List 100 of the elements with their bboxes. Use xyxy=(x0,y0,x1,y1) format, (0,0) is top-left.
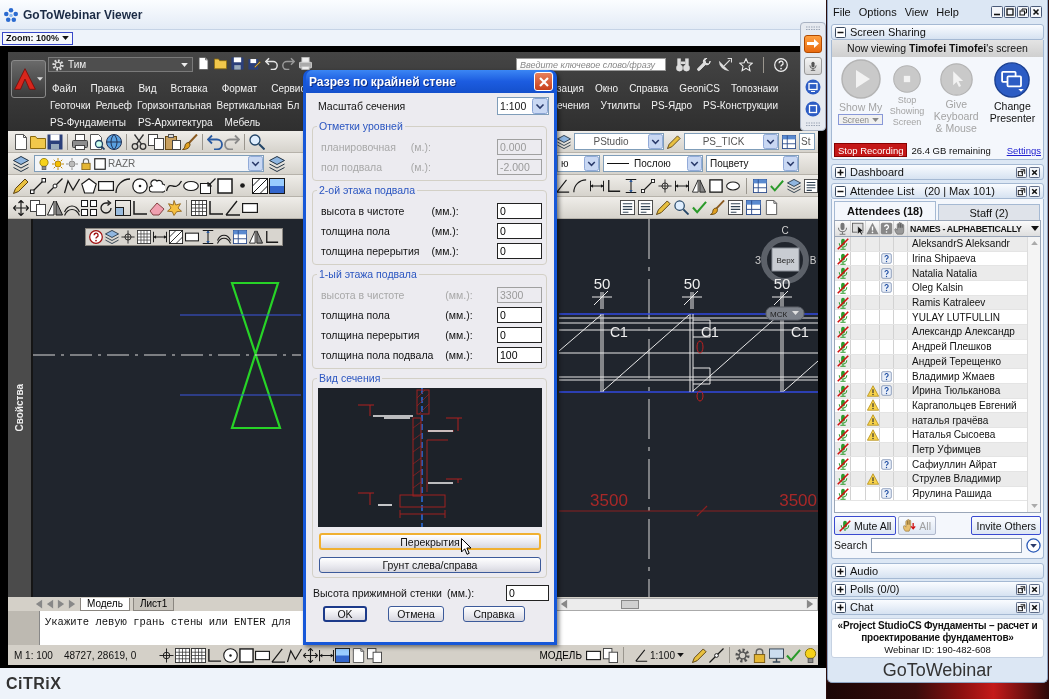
muted-microphone-icon[interactable] xyxy=(836,458,849,471)
curved-arrow-icon[interactable] xyxy=(265,57,278,70)
faded-sun-icon[interactable] xyxy=(66,157,78,170)
ellipse-icon[interactable] xyxy=(726,178,740,193)
window-button[interactable] xyxy=(804,100,822,119)
zoom-dropdown[interactable]: Zoom: 100% xyxy=(2,31,73,45)
attendee-row[interactable]: Natalia Natalia xyxy=(835,266,1027,282)
dimension-line-icon[interactable] xyxy=(590,178,604,193)
angle-icon[interactable] xyxy=(225,199,241,216)
attendee-row[interactable]: Струлев Владимир xyxy=(835,472,1027,487)
rotate-arrow-icon[interactable] xyxy=(98,199,114,216)
text-lines-icon[interactable] xyxy=(804,178,818,193)
triangle-arrow-icon[interactable] xyxy=(805,599,815,609)
pop-out-icon[interactable] xyxy=(1016,583,1027,595)
page-icon[interactable] xyxy=(13,133,29,150)
close-icon[interactable] xyxy=(1029,583,1040,595)
plus-icon[interactable] xyxy=(835,583,846,595)
stop-recording-button[interactable]: Stop Recording xyxy=(834,143,908,157)
dimension-line-icon[interactable] xyxy=(153,230,167,244)
stacked-sheets-icon[interactable] xyxy=(13,155,29,172)
cloud-icon[interactable] xyxy=(149,177,165,194)
burst-icon[interactable] xyxy=(166,199,182,216)
restore-icon[interactable] xyxy=(1017,6,1029,18)
circle-icon[interactable] xyxy=(132,177,148,194)
crosshair-icon[interactable] xyxy=(121,230,135,244)
square-icon[interactable] xyxy=(239,647,255,663)
two-pages-icon[interactable] xyxy=(602,647,618,663)
grab-tab-button[interactable] xyxy=(804,34,822,53)
monitor-icon[interactable] xyxy=(769,647,784,663)
four-way-arrow-icon[interactable] xyxy=(303,647,319,663)
muted-microphone-icon[interactable] xyxy=(836,355,849,368)
ucs-menu-button[interactable]: МСК xyxy=(765,306,805,321)
arc-icon[interactable] xyxy=(115,177,131,194)
dialog-button[interactable]: Отмена xyxy=(388,606,444,622)
crosshair-icon[interactable] xyxy=(658,178,672,193)
scale-dropdown[interactable]: 1:100 xyxy=(497,97,549,115)
two-pages-icon[interactable] xyxy=(30,199,46,216)
menu-item[interactable]: PS-Конструкции xyxy=(703,100,778,111)
line-icon[interactable] xyxy=(30,177,46,194)
attendee-action-button[interactable]: Invite Others xyxy=(971,516,1041,535)
dot-icon[interactable] xyxy=(240,183,245,188)
muted-microphone-icon[interactable] xyxy=(836,311,849,324)
plus-icon[interactable] xyxy=(835,601,846,613)
menu-item[interactable]: Вертикальная xyxy=(216,100,282,111)
menu-item[interactable]: Формат xyxy=(221,83,258,94)
lightbulb-icon[interactable] xyxy=(38,157,50,170)
shaded-square-icon[interactable] xyxy=(335,647,351,663)
menu-item[interactable]: зация xyxy=(557,83,584,94)
paintbrush-icon[interactable] xyxy=(182,133,198,150)
printer-icon[interactable] xyxy=(299,57,312,70)
input-field[interactable]: 0 xyxy=(497,327,542,343)
folder-icon[interactable] xyxy=(30,133,46,150)
printer-icon[interactable] xyxy=(72,133,88,150)
menu-item[interactable]: PS-Архитектура xyxy=(137,117,213,128)
command-line-grip[interactable] xyxy=(8,611,40,645)
search-field[interactable] xyxy=(871,537,1022,553)
pop-out-icon[interactable] xyxy=(1016,601,1027,613)
square-icon[interactable] xyxy=(709,178,723,193)
circle-icon[interactable] xyxy=(223,647,239,663)
input-field[interactable]: 0 xyxy=(497,203,542,219)
menu-item[interactable]: PS-Ядро xyxy=(651,100,693,111)
binoculars-icon[interactable] xyxy=(676,58,690,72)
close-icon[interactable] xyxy=(1029,601,1040,613)
layout-tab[interactable]: Модель xyxy=(80,597,130,611)
globe-icon[interactable] xyxy=(106,133,122,150)
menu-item[interactable]: ечения xyxy=(557,100,590,111)
vertical-dimension-icon[interactable] xyxy=(201,230,215,244)
stacked-sheets-icon[interactable] xyxy=(787,178,801,193)
corner-icon[interactable] xyxy=(208,199,224,216)
close-icon[interactable] xyxy=(1029,185,1040,197)
curved-arrow-icon[interactable] xyxy=(207,133,223,150)
grip-icon[interactable] xyxy=(805,122,821,127)
attendee-row[interactable]: Сафиуллин Айрат xyxy=(835,457,1027,472)
close-button[interactable] xyxy=(534,72,553,91)
curved-arrow-icon[interactable] xyxy=(282,57,295,70)
muted-microphone-icon[interactable] xyxy=(836,370,849,383)
menu-item[interactable]: Options xyxy=(858,6,897,18)
settings-link[interactable]: Settings xyxy=(1006,144,1041,156)
mirrored-triangles-icon[interactable] xyxy=(249,230,263,244)
style-dropdown[interactable]: PS_TICK xyxy=(684,133,779,150)
menu-item[interactable]: Мебель xyxy=(224,117,261,128)
mirrored-triangles-icon[interactable] xyxy=(47,199,63,216)
polyline-icon[interactable] xyxy=(287,647,303,663)
attendee-row[interactable]: AleksandrS Aleksandr xyxy=(835,237,1027,252)
pen-icon[interactable] xyxy=(692,647,707,663)
microphone-button[interactable] xyxy=(804,56,822,75)
hatched-square-icon[interactable] xyxy=(252,177,268,194)
dialog-button[interactable]: Грунт слева/справа xyxy=(319,557,541,573)
attendee-row[interactable]: Александр Александр xyxy=(835,325,1027,340)
menu-item[interactable]: GeoniCS xyxy=(679,83,720,94)
search-field[interactable]: Введите ключевое слово/фразу xyxy=(516,58,666,71)
corner-icon[interactable] xyxy=(265,230,279,244)
text-lines-icon[interactable] xyxy=(638,200,653,215)
vertical-scrollbar[interactable] xyxy=(1027,237,1040,512)
shaded-square-icon[interactable] xyxy=(269,177,285,194)
viewcube-face-button[interactable]: Верх xyxy=(771,247,800,272)
muted-microphone-icon[interactable] xyxy=(836,384,849,397)
plus-icon[interactable] xyxy=(835,166,846,178)
grid-icon[interactable] xyxy=(175,647,191,663)
muted-microphone-icon[interactable] xyxy=(836,428,849,441)
